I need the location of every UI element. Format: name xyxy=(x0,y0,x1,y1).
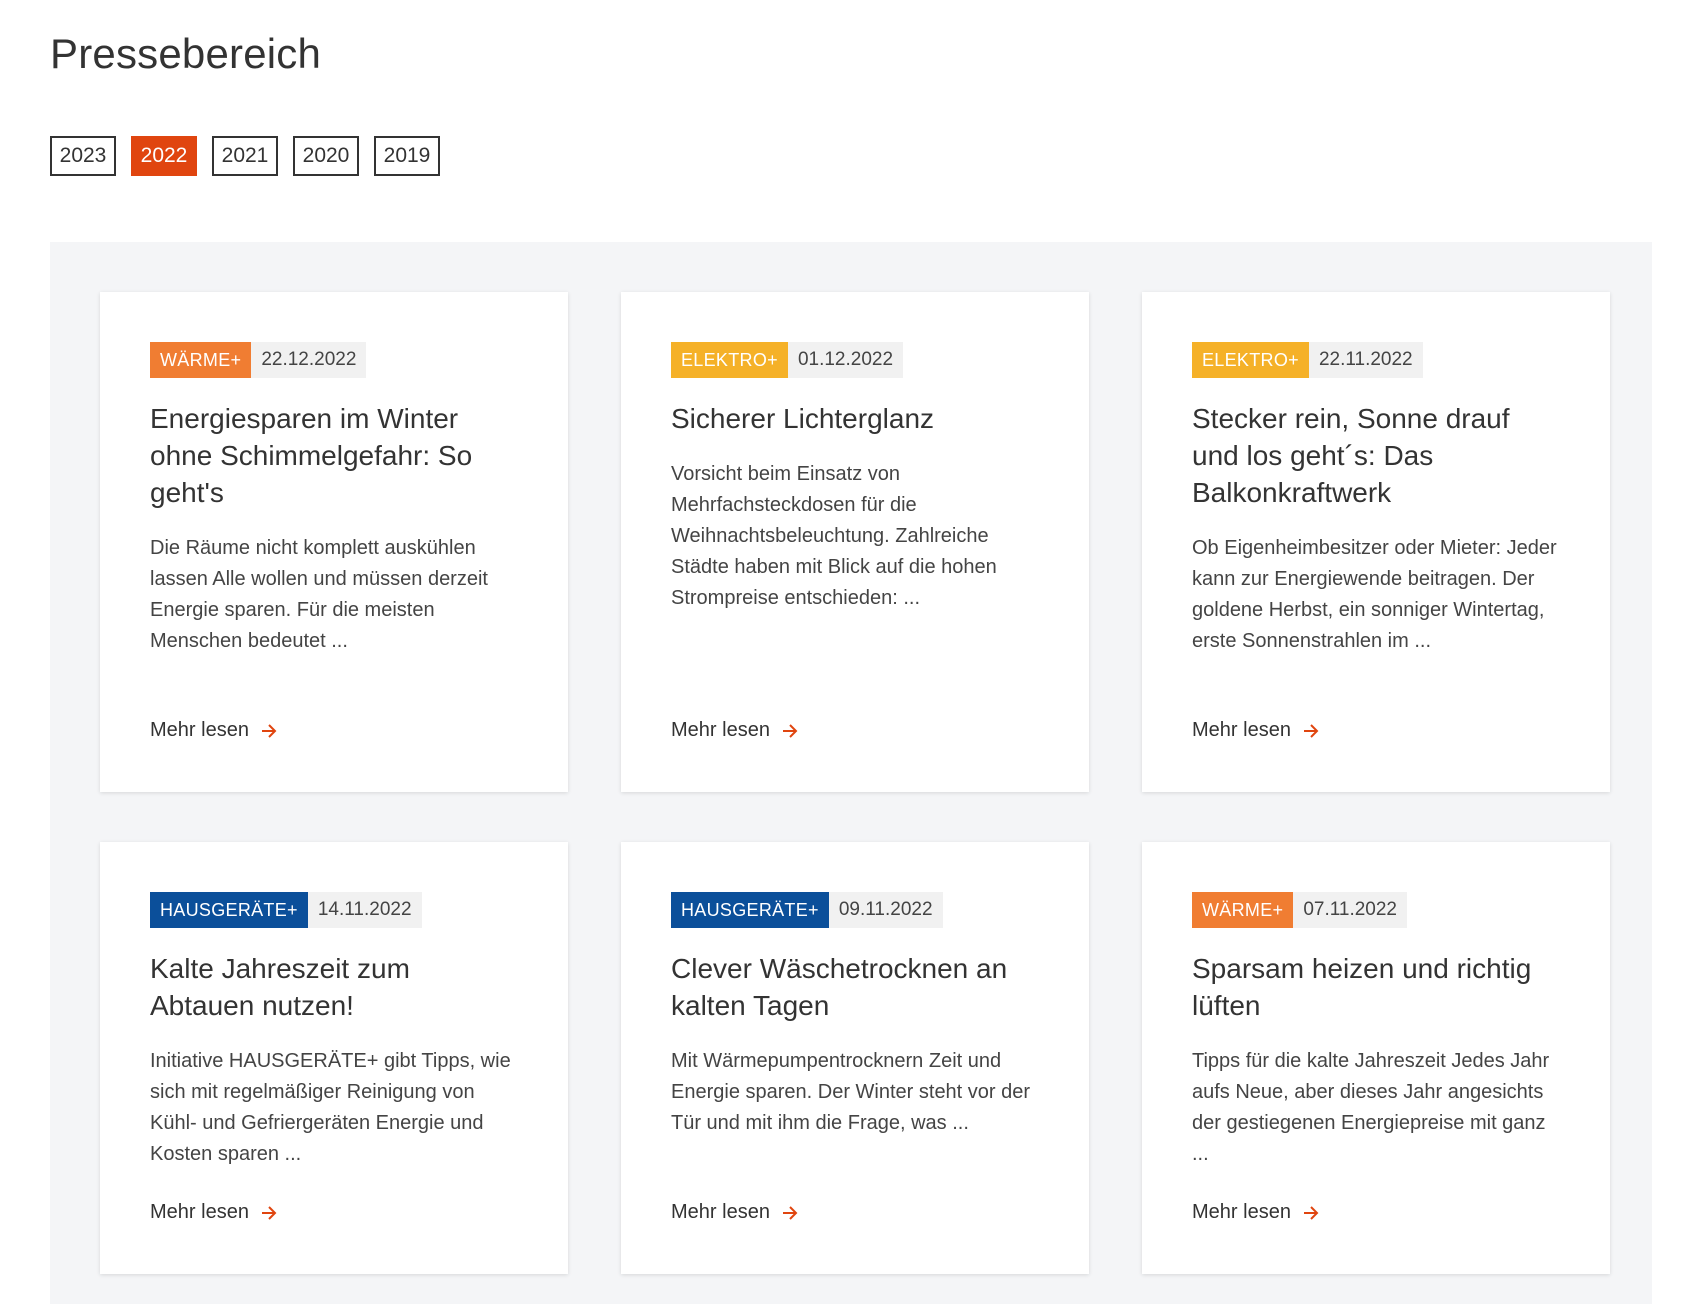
read-more-link[interactable]: Mehr lesen xyxy=(1192,1201,1319,1224)
arrow-right-icon xyxy=(1303,1205,1319,1220)
card-meta: WÄRME+ 07.11.2022 xyxy=(1192,892,1560,928)
card-title[interactable]: Kalte Jahreszeit zum Abtauen nutzen! xyxy=(150,950,518,1024)
read-more-label: Mehr lesen xyxy=(671,719,770,741)
publish-date: 22.12.2022 xyxy=(251,342,367,378)
category-tag[interactable]: ELEKTRO+ xyxy=(1192,342,1309,378)
publish-date: 09.11.2022 xyxy=(828,892,943,928)
category-tag[interactable]: WÄRME+ xyxy=(1192,892,1294,928)
year-tab-2023[interactable]: 2023 xyxy=(50,136,116,176)
read-more-link[interactable]: Mehr lesen xyxy=(1192,719,1319,742)
press-articles-grid: WÄRME+ 22.12.2022 Energiesparen im Winte… xyxy=(50,242,1652,1304)
arrow-right-icon xyxy=(261,723,277,738)
card-title[interactable]: Energiesparen im Winter ohne Schimmelgef… xyxy=(150,400,518,511)
card-teaser: Initiative HAUSGERÄTE+ gibt Tipps, wie s… xyxy=(150,1050,511,1165)
publish-date: 07.11.2022 xyxy=(1293,892,1407,928)
arrow-right-icon xyxy=(261,1205,277,1220)
read-more-link[interactable]: Mehr lesen xyxy=(671,1201,798,1224)
arrow-right-icon xyxy=(1303,723,1319,738)
publish-date: 01.12.2022 xyxy=(787,342,904,378)
card-meta: HAUSGERÄTE+ 14.11.2022 xyxy=(150,892,518,928)
card-meta: ELEKTRO+ 01.12.2022 xyxy=(671,342,1039,378)
category-tag[interactable]: HAUSGERÄTE+ xyxy=(671,892,829,928)
card-title[interactable]: Sicherer Lichterglanz xyxy=(671,400,1039,437)
year-tab-2019[interactable]: 2019 xyxy=(374,136,440,176)
press-card: WÄRME+ 07.11.2022 Sparsam heizen und ric… xyxy=(1142,842,1610,1274)
card-teaser: Ob Eigenheimbesitzer oder Mieter: Jeder … xyxy=(1192,537,1557,652)
press-card: WÄRME+ 22.12.2022 Energiesparen im Winte… xyxy=(100,292,568,792)
press-card: HAUSGERÄTE+ 09.11.2022 Clever Wäschetroc… xyxy=(621,842,1089,1274)
card-teaser: Die Räume nicht komplett auskühlen lasse… xyxy=(150,537,488,652)
year-tab-2021[interactable]: 2021 xyxy=(212,136,278,176)
year-filter-tabs: 2023 2022 2021 2020 2019 xyxy=(50,136,440,176)
card-meta: HAUSGERÄTE+ 09.11.2022 xyxy=(671,892,1039,928)
read-more-label: Mehr lesen xyxy=(1192,1201,1291,1223)
publish-date: 14.11.2022 xyxy=(307,892,422,928)
press-card: HAUSGERÄTE+ 14.11.2022 Kalte Jahreszeit … xyxy=(100,842,568,1274)
read-more-link[interactable]: Mehr lesen xyxy=(671,719,798,742)
card-teaser: Vorsicht beim Einsatz von Mehrfachsteckd… xyxy=(671,463,997,609)
card-title[interactable]: Stecker rein, Sonne drauf und los geht´s… xyxy=(1192,400,1560,511)
year-tab-2020[interactable]: 2020 xyxy=(293,136,359,176)
category-tag[interactable]: WÄRME+ xyxy=(150,342,252,378)
card-meta: ELEKTRO+ 22.11.2022 xyxy=(1192,342,1560,378)
read-more-link[interactable]: Mehr lesen xyxy=(150,719,277,742)
page-title: Pressebereich xyxy=(50,30,322,77)
press-card: ELEKTRO+ 22.11.2022 Stecker rein, Sonne … xyxy=(1142,292,1610,792)
read-more-label: Mehr lesen xyxy=(150,719,249,741)
category-tag[interactable]: HAUSGERÄTE+ xyxy=(150,892,308,928)
year-tab-2022[interactable]: 2022 xyxy=(131,136,197,176)
read-more-label: Mehr lesen xyxy=(1192,719,1291,741)
read-more-label: Mehr lesen xyxy=(671,1201,770,1223)
card-teaser: Mit Wärmepumpentrocknern Zeit und Energi… xyxy=(671,1050,1031,1134)
publish-date: 22.11.2022 xyxy=(1308,342,1423,378)
card-teaser: Tipps für die kalte Jahreszeit Jedes Jah… xyxy=(1192,1050,1550,1165)
read-more-link[interactable]: Mehr lesen xyxy=(150,1201,277,1224)
card-title[interactable]: Sparsam heizen und richtig lüften xyxy=(1192,950,1560,1024)
category-tag[interactable]: ELEKTRO+ xyxy=(671,342,788,378)
card-meta: WÄRME+ 22.12.2022 xyxy=(150,342,518,378)
arrow-right-icon xyxy=(782,1205,798,1220)
read-more-label: Mehr lesen xyxy=(150,1201,249,1223)
card-title[interactable]: Clever Wäschetrocknen an kalten Tagen xyxy=(671,950,1039,1024)
arrow-right-icon xyxy=(782,723,798,738)
press-card: ELEKTRO+ 01.12.2022 Sicherer Lichterglan… xyxy=(621,292,1089,792)
